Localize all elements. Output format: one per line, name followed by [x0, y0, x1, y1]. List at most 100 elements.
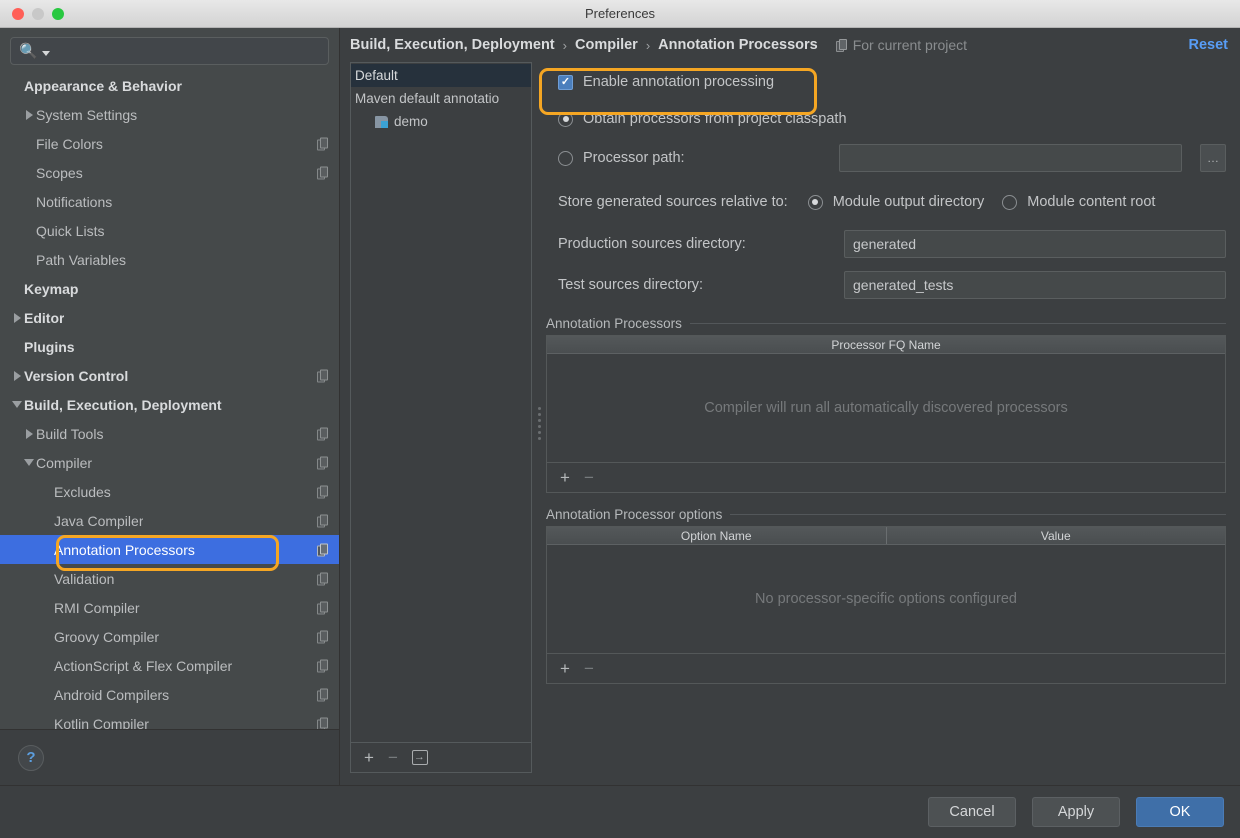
collapse-toggle[interactable] — [22, 459, 36, 466]
sidebar-item-label: Build, Execution, Deployment — [24, 397, 222, 413]
project-scope-icon — [317, 601, 329, 614]
sidebar-item-plugins[interactable]: Plugins — [0, 332, 339, 361]
collapse-toggle[interactable] — [10, 401, 24, 408]
chevron-down-icon[interactable] — [12, 401, 22, 408]
sidebar-item-groovy-compiler[interactable]: Groovy Compiler — [0, 622, 339, 651]
processor-path-browse-button[interactable]: … — [1200, 144, 1226, 172]
add-option-button[interactable]: + — [560, 660, 570, 677]
sidebar-item-notifications[interactable]: Notifications — [0, 187, 339, 216]
test-dir-input[interactable]: generated_tests — [844, 271, 1226, 299]
chevron-right-icon[interactable] — [26, 429, 33, 439]
breadcrumb-part-1[interactable]: Build, Execution, Deployment — [350, 37, 555, 53]
chevron-down-icon[interactable] — [24, 459, 34, 466]
reset-link[interactable]: Reset — [1189, 37, 1229, 53]
options-table[interactable]: Option Name Value No processor-specific … — [546, 526, 1226, 684]
chevron-right-icon[interactable] — [26, 110, 33, 120]
classpath-radio[interactable] — [558, 112, 573, 127]
sidebar-item-keymap[interactable]: Keymap — [0, 274, 339, 303]
search-container: 🔍 — [0, 28, 339, 71]
profile-label: demo — [394, 114, 428, 129]
add-processor-button[interactable]: + — [560, 469, 570, 486]
processors-table[interactable]: Processor FQ Name Compiler will run all … — [546, 335, 1226, 493]
panel-splitter[interactable] — [532, 62, 546, 785]
add-profile-button[interactable]: + — [364, 749, 374, 766]
sidebar-item-actionscript-flex-compiler[interactable]: ActionScript & Flex Compiler — [0, 651, 339, 680]
splitter-grip-icon — [538, 407, 541, 440]
breadcrumb-separator-1: › — [563, 38, 567, 53]
options-column-header-value[interactable]: Value — [886, 527, 1226, 544]
sidebar-item-label: Compiler — [36, 455, 92, 471]
sidebar-item-scopes[interactable]: Scopes — [0, 158, 339, 187]
enable-annotation-checkbox[interactable]: ✓ — [558, 75, 573, 90]
expand-toggle[interactable] — [10, 371, 24, 381]
sidebar-item-annotation-processors[interactable]: Annotation Processors — [0, 535, 339, 564]
expand-toggle[interactable] — [22, 429, 36, 439]
profile-list-item[interactable]: Maven default annotatio — [351, 87, 531, 110]
sidebar-item-label: Quick Lists — [36, 223, 104, 239]
settings-tree[interactable]: Appearance & BehaviorSystem SettingsFile… — [0, 71, 339, 729]
expand-toggle[interactable] — [10, 313, 24, 323]
remove-processor-button[interactable]: − — [584, 469, 594, 486]
profiles-panel: DefaultMaven default annotatio demo + − → — [350, 62, 532, 773]
breadcrumb-part-2[interactable]: Compiler — [575, 37, 638, 53]
production-dir-input[interactable]: generated — [844, 230, 1226, 258]
sidebar-item-java-compiler[interactable]: Java Compiler — [0, 506, 339, 535]
sidebar-item-label: Editor — [24, 310, 64, 326]
sidebar-item-system-settings[interactable]: System Settings — [0, 100, 339, 129]
processor-path-row[interactable]: Processor path: … — [546, 136, 1226, 180]
options-column-header-name[interactable]: Option Name — [547, 527, 886, 544]
move-to-profile-icon[interactable]: → — [412, 750, 428, 765]
expand-toggle[interactable] — [22, 110, 36, 120]
breadcrumb: Build, Execution, Deployment › Compiler … — [340, 28, 1240, 62]
search-input[interactable] — [54, 44, 320, 59]
settings-sidebar: 🔍 Appearance & BehaviorSystem SettingsFi… — [0, 28, 340, 785]
search-box[interactable]: 🔍 — [10, 37, 329, 65]
processors-column-header[interactable]: Processor FQ Name — [547, 336, 1225, 353]
sidebar-item-label: Kotlin Compiler — [54, 716, 149, 730]
remove-option-button[interactable]: − — [584, 660, 594, 677]
sidebar-item-quick-lists[interactable]: Quick Lists — [0, 216, 339, 245]
apply-button[interactable]: Apply — [1032, 797, 1120, 827]
sidebar-item-build-execution-deployment[interactable]: Build, Execution, Deployment — [0, 390, 339, 419]
sidebar-item-compiler[interactable]: Compiler — [0, 448, 339, 477]
project-scope-icon — [317, 630, 329, 643]
ok-button[interactable]: OK — [1136, 797, 1224, 827]
module-output-label: Module output directory — [833, 194, 985, 210]
sidebar-item-excludes[interactable]: Excludes — [0, 477, 339, 506]
sidebar-item-build-tools[interactable]: Build Tools — [0, 419, 339, 448]
project-scope-icon — [317, 688, 329, 701]
sidebar-item-rmi-compiler[interactable]: RMI Compiler — [0, 593, 339, 622]
remove-profile-button[interactable]: − — [388, 749, 398, 766]
window-title: Preferences — [0, 6, 1240, 21]
sidebar-item-android-compilers[interactable]: Android Compilers — [0, 680, 339, 709]
profile-list-item[interactable]: Default — [351, 64, 531, 87]
help-button[interactable]: ? — [18, 745, 44, 771]
sidebar-item-version-control[interactable]: Version Control — [0, 361, 339, 390]
cancel-button[interactable]: Cancel — [928, 797, 1016, 827]
breadcrumb-part-3[interactable]: Annotation Processors — [658, 37, 818, 53]
processor-path-label: Processor path: — [583, 150, 829, 166]
project-scope-icon — [317, 485, 329, 498]
sidebar-item-validation[interactable]: Validation — [0, 564, 339, 593]
sidebar-item-editor[interactable]: Editor — [0, 303, 339, 332]
sidebar-item-kotlin-compiler[interactable]: Kotlin Compiler — [0, 709, 339, 729]
chevron-down-icon[interactable] — [42, 51, 50, 56]
profiles-list[interactable]: DefaultMaven default annotatio demo — [351, 63, 531, 742]
sidebar-item-file-colors[interactable]: File Colors — [0, 129, 339, 158]
chevron-right-icon[interactable] — [14, 371, 21, 381]
classpath-radio-row[interactable]: Obtain processors from project classpath — [546, 102, 1226, 136]
enable-annotation-row[interactable]: ✓ Enable annotation processing — [546, 62, 1226, 102]
profile-list-item[interactable]: demo — [351, 110, 531, 133]
sidebar-item-label: Annotation Processors — [54, 542, 195, 558]
processor-path-input[interactable] — [839, 144, 1182, 172]
project-scope-icon — [317, 369, 329, 382]
sidebar-item-appearance-behavior[interactable]: Appearance & Behavior — [0, 71, 339, 100]
module-content-root-radio[interactable] — [1002, 195, 1017, 210]
module-output-radio[interactable] — [808, 195, 823, 210]
scope-label: For current project — [853, 37, 967, 53]
processor-path-radio[interactable] — [558, 151, 573, 166]
processors-table-header: Processor FQ Name — [547, 336, 1225, 354]
chevron-right-icon[interactable] — [14, 313, 21, 323]
project-scope-icon — [317, 572, 329, 585]
sidebar-item-path-variables[interactable]: Path Variables — [0, 245, 339, 274]
